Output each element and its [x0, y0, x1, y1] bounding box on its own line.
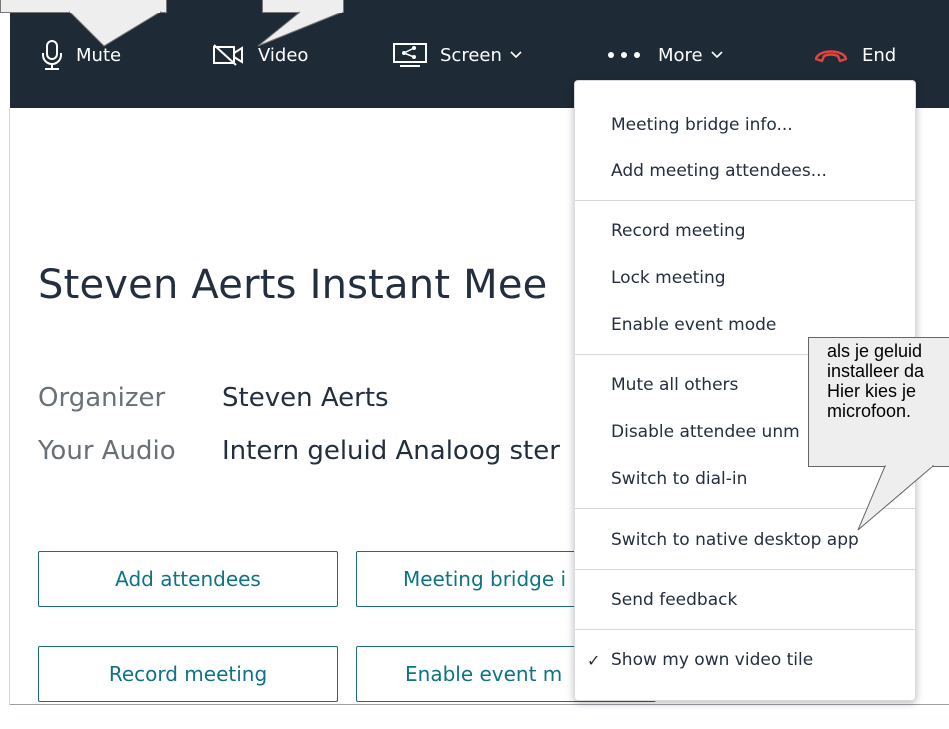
mute-label: Mute — [76, 44, 122, 66]
add-attendees-button[interactable]: Add attendees — [38, 551, 338, 607]
meeting-title: Steven Aerts Instant Mee — [38, 262, 548, 308]
annotation-callout-left — [0, 0, 167, 13]
more-button[interactable]: More — [606, 38, 723, 72]
hang-up-icon — [814, 50, 848, 63]
chevron-down-icon — [711, 51, 723, 59]
more-label: More — [658, 44, 703, 66]
panel-border — [9, 108, 10, 705]
chevron-down-icon — [510, 51, 522, 59]
screen-share-icon — [393, 43, 427, 67]
video-label: Video — [258, 44, 309, 66]
menu-item-add-attendees[interactable]: Add meeting attendees... — [611, 161, 827, 181]
end-call-button[interactable]: End — [812, 38, 896, 72]
annotation-tooltip: als je geluid installeer da Hier kies je… — [808, 337, 949, 467]
menu-item-disable-unmute[interactable]: Disable attendee unm — [611, 422, 800, 442]
menu-item-mute-all[interactable]: Mute all others — [611, 375, 738, 395]
video-button[interactable]: Video — [212, 38, 308, 72]
check-icon: ✓ — [587, 651, 601, 670]
menu-item-record-meeting[interactable]: Record meeting — [611, 221, 746, 241]
menu-divider — [575, 508, 915, 509]
mute-button[interactable]: Mute — [40, 38, 121, 72]
microphone-icon — [42, 40, 62, 70]
menu-divider — [575, 200, 915, 201]
menu-item-lock-meeting[interactable]: Lock meeting — [611, 268, 726, 288]
tooltip-line: als je geluid — [827, 341, 923, 361]
tooltip-line: microfoon. — [827, 401, 912, 421]
menu-item-dial-in[interactable]: Switch to dial-in — [611, 469, 747, 489]
annotation-callout-right — [262, 0, 344, 13]
end-label: End — [862, 44, 897, 66]
menu-divider — [575, 629, 915, 630]
panel-border — [10, 704, 949, 705]
menu-item-send-feedback[interactable]: Send feedback — [611, 590, 737, 610]
menu-item-own-video[interactable]: Show my own video tile — [611, 650, 813, 670]
screen-label: Screen — [440, 44, 502, 66]
menu-item-event-mode[interactable]: Enable event mode — [611, 315, 776, 335]
tooltip-line: installeer da — [827, 361, 925, 381]
screen-share-button[interactable]: Screen — [392, 38, 522, 72]
organizer-value: Steven Aerts — [222, 383, 389, 413]
organizer-label: Organizer — [38, 383, 166, 413]
menu-item-native-app[interactable]: Switch to native desktop app — [611, 530, 859, 550]
menu-item-bridge-info[interactable]: Meeting bridge info... — [611, 115, 793, 135]
menu-divider — [575, 569, 915, 570]
video-off-icon — [213, 44, 243, 66]
more-dots-icon — [608, 52, 640, 58]
record-meeting-button[interactable]: Record meeting — [38, 646, 338, 702]
tooltip-line: Hier kies je — [827, 381, 917, 401]
audio-value: Intern geluid Analoog ster — [222, 436, 560, 466]
audio-label: Your Audio — [38, 436, 176, 466]
